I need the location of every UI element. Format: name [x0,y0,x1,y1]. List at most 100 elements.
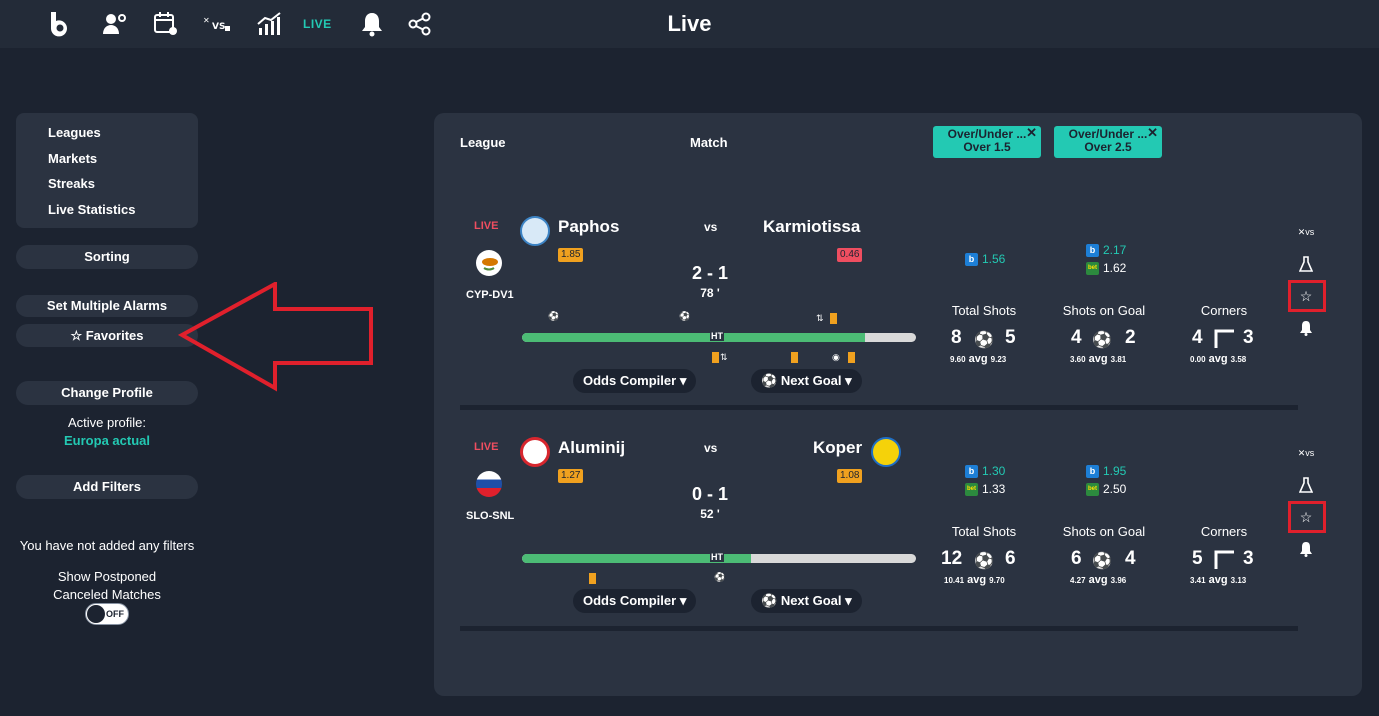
league-code[interactable]: SLO-SNL [466,510,514,522]
sidebar-item-markets[interactable]: Markets [48,151,198,177]
add-filters-button[interactable]: Add Filters [16,475,198,499]
market-chip-over-2-5[interactable]: ✕ Over/Under ... Over 2.5 [1054,126,1162,158]
sidebar-item-live-statistics[interactable]: Live Statistics [48,202,198,228]
odds-bookmaker-365[interactable]: bet 1.33 [965,482,1005,496]
toggle-knob [87,605,105,623]
market-chip-value: Over 2.5 [1084,140,1132,154]
match-minute: 52 ' [700,507,720,521]
head-to-head-icon[interactable]: ✕vs [1298,224,1315,240]
next-goal-dropdown[interactable]: ⚽ Next Goal ▾ [751,369,862,393]
lab-flask-icon[interactable] [1298,256,1314,272]
top-bar: ✕ VS LIVE Live [0,0,1379,48]
odds-value: 2.50 [1103,482,1127,496]
no-filters-text: You have not added any filters [19,538,195,553]
stat-away-avg: 9.23 [990,355,1007,364]
favorites-button[interactable]: ☆ Favorites [16,324,198,347]
yellow-card-icon [791,352,798,363]
close-icon[interactable]: ✕ [1147,126,1158,139]
avg-label: avg [967,574,987,586]
yellow-card-icon [589,573,596,584]
kick-icon: ⚽ [974,553,994,570]
stat-title: Total Shots [951,524,1017,539]
kick-icon: ⚽ [974,332,994,349]
bookmaker-b-icon: b [1086,243,1099,257]
stat-away-value: 3 [1243,548,1254,569]
home-team-name[interactable]: Paphos [558,217,619,237]
stat-averages: 4.27 avg 3.96 [1070,574,1126,586]
stat-averages: 10.41 avg 9.70 [944,574,1005,586]
odds-bookmaker-365[interactable]: bet 2.50 [1086,482,1126,496]
match-row: LIVE CYP-DV1 Paphos vs Karmiotissa 1.85 … [434,208,1362,428]
stat-away-avg: 9.70 [989,576,1005,585]
sorting-button[interactable]: Sorting [16,245,198,269]
odds-compiler-dropdown[interactable]: Odds Compiler ▾ [573,589,697,613]
dropdown-label: Next Goal [780,373,842,388]
alarm-bell-icon[interactable] [1298,320,1314,336]
stat-home-value: 4 [1192,327,1203,348]
odds-value: 1.30 [982,464,1006,478]
aluminij-logo-icon [520,437,550,467]
home-rating-badge: 1.27 [558,469,584,483]
active-profile-value[interactable]: Europa actual [0,433,214,448]
set-multiple-alarms-button[interactable]: Set Multiple Alarms [16,295,198,317]
row-divider [460,405,1298,410]
stat-home-avg: 10.41 [944,576,965,585]
ball-icon: ⚽ [761,593,778,608]
postponed-toggle[interactable]: OFF [85,603,129,625]
stat-averages: 0.00 avg 3.58 [1190,353,1246,365]
favorite-star-icon[interactable]: ☆ [1298,288,1314,304]
alarm-bell-icon[interactable] [1298,541,1314,557]
stat-home-avg: 3.41 [1190,576,1206,585]
favorite-star-icon[interactable]: ☆ [1298,509,1314,525]
head-to-head-icon[interactable]: ✕vs [1298,445,1315,461]
odds-bookmaker-b[interactable]: b 2.17 [1086,243,1126,257]
corner-icon [1214,550,1236,572]
away-rating-badge: 1.08 [837,469,863,483]
bet365-icon: bet [1086,261,1099,275]
stat-averages: 3.60 avg 3.81 [1070,353,1126,365]
stat-title: Corners [1200,524,1248,539]
avg-label: avg [1208,353,1228,365]
live-badge: LIVE [474,441,499,453]
next-goal-dropdown[interactable]: ⚽ Next Goal ▾ [751,589,862,613]
stat-away-avg: 3.58 [1230,355,1247,364]
live-matches-panel: League Match ✕ Over/Under ... Over 1.5 ✕… [434,113,1362,696]
odds-value: 1.33 [982,482,1006,496]
stat-away-avg: 3.96 [1110,576,1127,585]
stat-away-value: 4 [1125,548,1136,569]
home-team-name[interactable]: Aluminij [558,438,625,458]
close-icon[interactable]: ✕ [1026,126,1037,139]
stat-home-value: 4 [1071,327,1082,348]
postponed-label-line2: Canceled Matches [53,587,161,602]
paphos-logo-icon [520,216,550,246]
column-header-match[interactable]: Match [690,135,728,150]
cyprus-flag-icon [476,250,502,276]
away-team-name[interactable]: Karmiotissa [763,217,860,237]
odds-bookmaker-b[interactable]: b 1.56 [965,252,1005,266]
odds-bookmaker-365[interactable]: bet 1.62 [1086,261,1126,275]
stat-away-value: 5 [1005,327,1016,348]
change-profile-button[interactable]: Change Profile [16,381,198,405]
market-chip-over-1-5[interactable]: ✕ Over/Under ... Over 1.5 [933,126,1041,158]
bookmaker-b-icon: b [1086,464,1099,478]
league-code[interactable]: CYP-DV1 [466,289,514,301]
sidebar-item-leagues[interactable]: Leagues [48,125,198,151]
stat-averages: 9.60 avg 9.23 [950,353,1006,365]
page-title: Live [667,11,712,36]
odds-bookmaker-b[interactable]: b 1.95 [1086,464,1126,478]
shot-on-goal-icon: ⚽ [1092,332,1112,349]
match-minute: 78 ' [700,286,720,300]
stat-title: Shots on Goal [1062,524,1146,539]
odds-value: 2.17 [1103,243,1127,257]
odds-bookmaker-b[interactable]: b 1.30 [965,464,1005,478]
active-profile-label: Active profile: [67,415,147,430]
away-team-name[interactable]: Koper [813,438,862,458]
yellow-card-icon [712,352,719,363]
lab-flask-icon[interactable] [1298,477,1314,493]
avg-label: avg [1208,574,1228,586]
slovenia-flag-icon [476,471,502,497]
odds-compiler-dropdown[interactable]: Odds Compiler ▾ [573,369,697,393]
column-header-league[interactable]: League [460,135,506,150]
match-score: 2 - 1 [691,263,729,283]
sidebar-item-streaks[interactable]: Streaks [48,176,198,202]
